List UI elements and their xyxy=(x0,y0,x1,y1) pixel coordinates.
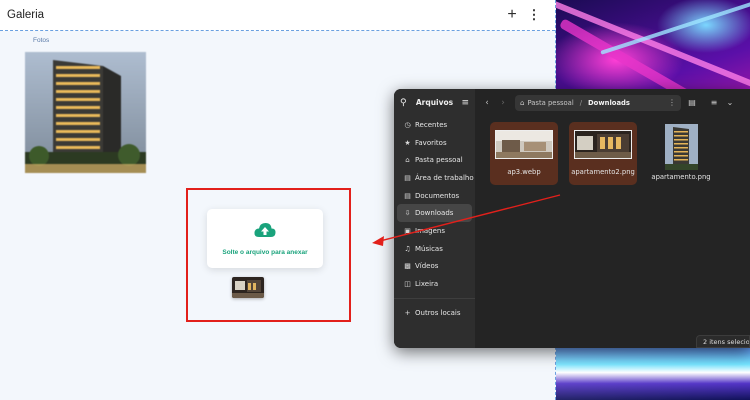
sidebar-item-label: Vídeos xyxy=(415,262,439,271)
sidebar-item-musicas[interactable]: ♫ Músicas xyxy=(394,240,475,258)
sidebar-item-label: Outros locais xyxy=(415,308,461,317)
drop-zone-text: Solte o arquivo para anexar xyxy=(222,248,308,256)
gallery-header: Galeria + ⋮ xyxy=(0,0,555,31)
clock-icon: ◷ xyxy=(404,120,411,129)
file-manager-toolbar: ‹ › ⌂ Pasta pessoal / Downloads ⋮ ▤ ≡ ⌄ xyxy=(475,89,750,116)
sidebar-item-imagens[interactable]: ▣ Imagens xyxy=(394,222,475,240)
file-item[interactable]: apartamento.png xyxy=(647,122,715,185)
gallery-title: Galeria xyxy=(7,9,45,21)
back-icon[interactable]: ‹ xyxy=(479,98,495,108)
file-manager-sidebar: ⚲ Arquivos ≡ ◷ Recentes ★ Favoritos ⌂ Pa… xyxy=(394,89,475,348)
photo-thumbnail[interactable] xyxy=(25,52,146,173)
download-icon: ⇩ xyxy=(404,209,411,218)
sidebar-item-label: Músicas xyxy=(415,244,443,253)
image-icon: ▣ xyxy=(404,226,411,235)
sidebar-item-label: Imagens xyxy=(415,226,446,235)
new-folder-icon[interactable]: ▤ xyxy=(681,98,703,107)
file-thumbnail xyxy=(664,124,698,170)
video-icon: ▩ xyxy=(404,262,411,271)
breadcrumb-current[interactable]: Downloads xyxy=(588,99,668,107)
list-view-icon[interactable]: ≡ xyxy=(703,98,725,107)
forward-icon[interactable]: › xyxy=(495,98,511,108)
path-menu-icon[interactable]: ⋮ xyxy=(668,98,676,107)
vertical-dots-icon[interactable]: ⋮ xyxy=(523,4,545,26)
path-bar[interactable]: ⌂ Pasta pessoal / Downloads ⋮ xyxy=(515,94,681,111)
app-title: Arquivos xyxy=(415,98,454,107)
file-item[interactable]: ap3.webp xyxy=(490,122,558,185)
sidebar-item-label: Lixeira xyxy=(415,280,439,289)
hamburger-menu-icon[interactable]: ≡ xyxy=(455,98,469,108)
search-icon[interactable]: ⚲ xyxy=(400,98,414,108)
star-icon: ★ xyxy=(404,138,411,147)
plus-icon[interactable]: + xyxy=(501,4,523,26)
file-thumbnail xyxy=(495,130,553,159)
file-item[interactable]: apartamento2.png xyxy=(569,122,637,185)
sidebar-item-label: Recentes xyxy=(415,120,448,129)
sidebar-item-downloads[interactable]: ⇩ Downloads xyxy=(397,204,472,223)
sidebar-item-recentes[interactable]: ◷ Recentes xyxy=(394,116,475,134)
sidebar-item-label: Pasta pessoal xyxy=(415,156,463,165)
selection-status: 2 itens selecionados xyxy=(696,335,750,348)
drop-zone[interactable]: Solte o arquivo para anexar xyxy=(207,209,323,268)
sidebar-item-label: Downloads xyxy=(415,209,454,218)
sidebar-divider xyxy=(394,297,475,299)
trash-icon: ◫ xyxy=(404,280,411,289)
section-label: Fotos xyxy=(33,37,50,44)
sidebar-item-label: Documentos xyxy=(415,191,460,200)
dragged-file-preview xyxy=(232,277,264,298)
file-name: apartamento.png xyxy=(651,173,711,181)
file-manager-content: ‹ › ⌂ Pasta pessoal / Downloads ⋮ ▤ ≡ ⌄ xyxy=(475,89,750,348)
sidebar-item-label: Área de trabalho xyxy=(415,173,474,182)
sidebar-item-area-de-trabalho[interactable]: ▤ Área de trabalho xyxy=(394,169,475,187)
file-thumbnail xyxy=(574,130,632,159)
sidebar-item-lixeira[interactable]: ◫ Lixeira xyxy=(394,275,475,293)
music-icon: ♫ xyxy=(404,244,411,253)
file-manager-window[interactable]: ⚲ Arquivos ≡ ◷ Recentes ★ Favoritos ⌂ Pa… xyxy=(394,89,750,348)
plus-icon: + xyxy=(404,308,411,317)
document-icon: ▤ xyxy=(404,191,411,200)
sidebar-item-outros-locais[interactable]: + Outros locais xyxy=(394,304,475,322)
home-icon: ⌂ xyxy=(405,156,410,165)
sidebar-item-videos[interactable]: ▩ Vídeos xyxy=(394,258,475,276)
desktop-icon: ▤ xyxy=(404,173,411,182)
chevron-down-icon[interactable]: ⌄ xyxy=(725,98,735,107)
sidebar-item-pasta-pessoal[interactable]: ⌂ Pasta pessoal xyxy=(394,151,475,169)
sidebar-item-favoritos[interactable]: ★ Favoritos xyxy=(394,134,475,152)
cloud-upload-icon xyxy=(254,222,276,243)
file-name: apartamento2.png xyxy=(571,168,635,176)
file-name: ap3.webp xyxy=(507,168,541,176)
sidebar-item-documentos[interactable]: ▤ Documentos xyxy=(394,187,475,205)
breadcrumb-home[interactable]: Pasta pessoal xyxy=(527,99,573,107)
home-icon: ⌂ xyxy=(520,98,525,107)
sidebar-item-label: Favoritos xyxy=(415,138,447,147)
